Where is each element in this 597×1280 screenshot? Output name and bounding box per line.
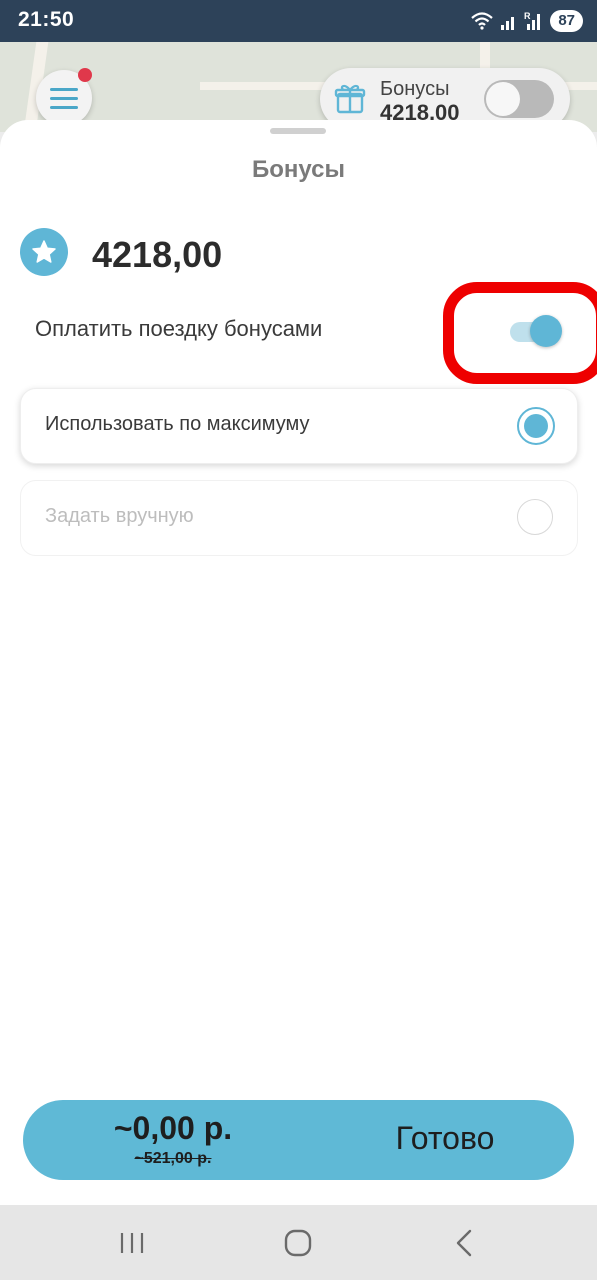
gift-icon (334, 84, 366, 114)
battery-level: 87 (550, 10, 583, 32)
notification-dot (78, 68, 92, 82)
bonus-sheet: Бонусы 4218,00 Оплатить поездку бонусами… (0, 120, 597, 1205)
system-nav-bar (0, 1205, 597, 1280)
option-use-max[interactable]: Использовать по максимуму (20, 388, 578, 464)
radio-selected[interactable] (517, 407, 555, 445)
highlight-annotation (443, 282, 597, 384)
star-icon (20, 228, 68, 276)
sheet-drag-handle[interactable] (270, 128, 326, 134)
pay-with-bonuses-label: Оплатить поездку бонусами (35, 316, 323, 341)
trip-price: ~0,00 р. (113, 1110, 233, 1146)
done-button-label: Готово (395, 1120, 495, 1156)
roaming-signal-icon: R (524, 11, 541, 30)
bonus-widget-label: Бонусы (380, 78, 450, 100)
bonus-balance: 4218,00 (92, 234, 223, 275)
option-set-manually-label: Задать вручную (45, 505, 194, 527)
status-time: 21:50 (18, 8, 75, 31)
back-icon[interactable] (444, 1223, 488, 1263)
svg-text:R: R (524, 11, 531, 21)
option-set-manually[interactable]: Задать вручную (20, 480, 578, 556)
menu-icon (50, 88, 78, 115)
status-bar: 21:50 R 87 (0, 0, 597, 42)
radio-unselected[interactable] (517, 499, 553, 535)
home-icon[interactable] (276, 1223, 320, 1263)
sheet-title: Бонусы (252, 156, 345, 183)
menu-button[interactable] (36, 68, 92, 126)
bonus-widget-toggle[interactable] (484, 80, 554, 118)
signal-icon (501, 17, 515, 30)
option-use-max-label: Использовать по максимуму (45, 413, 310, 435)
old-trip-price-text: ~521,00 р. (134, 1150, 212, 1167)
wifi-icon (471, 12, 494, 30)
recents-icon[interactable] (110, 1223, 154, 1263)
done-button[interactable]: ~0,00 р. ~521,00 р. Готово (23, 1100, 574, 1180)
old-trip-price: ~521,00 р. (23, 1150, 323, 1168)
status-icons: R 87 (470, 9, 583, 33)
